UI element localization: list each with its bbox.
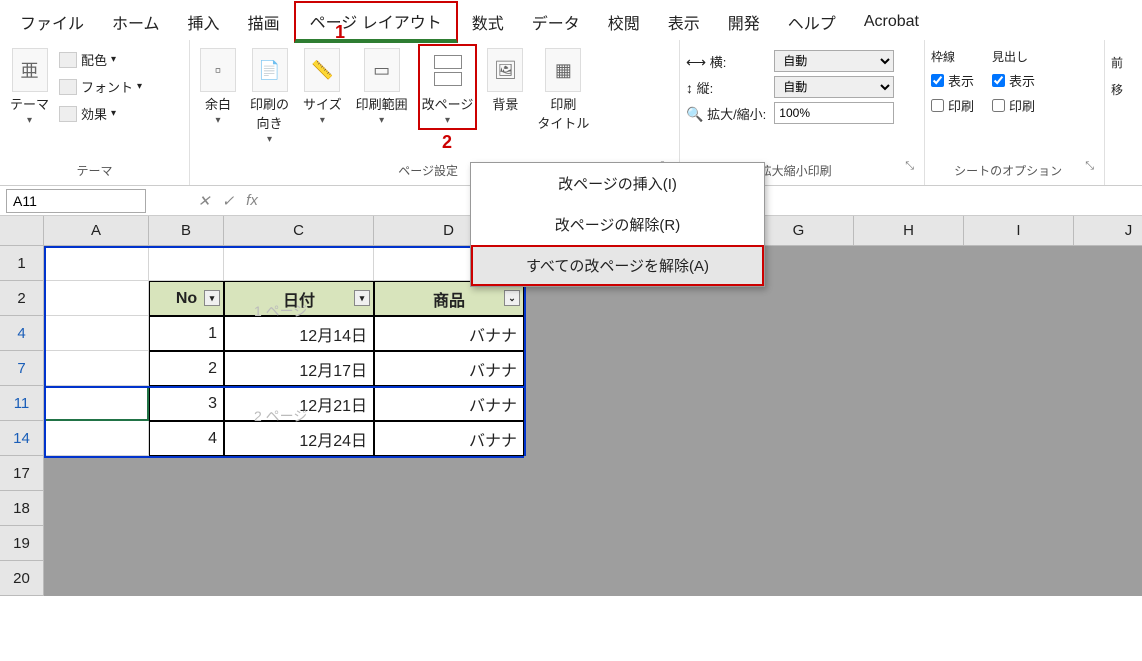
themes-label: テーマ xyxy=(10,94,49,113)
tab-developer[interactable]: 開発 xyxy=(714,4,774,40)
orientation-icon: 📄 xyxy=(252,48,288,92)
tab-insert[interactable]: 挿入 xyxy=(174,4,234,40)
fonts-button[interactable]: フォント▾ xyxy=(59,77,142,96)
tab-draw[interactable]: 描画 xyxy=(234,4,294,40)
tab-help[interactable]: ヘルプ xyxy=(774,4,850,40)
remove-page-break-item[interactable]: 改ページの解除(R) xyxy=(471,204,764,245)
col-header-C[interactable]: C xyxy=(224,216,374,246)
row-header-2[interactable]: 2 xyxy=(0,281,44,316)
tab-home[interactable]: ホーム xyxy=(98,4,174,40)
tab-acrobat[interactable]: Acrobat xyxy=(850,7,933,37)
scale-launcher[interactable]: ⤡ xyxy=(905,160,918,181)
background-icon: 🖼 xyxy=(487,48,523,92)
filter-icon[interactable]: ▾ xyxy=(354,290,370,306)
select-all-corner[interactable] xyxy=(0,216,44,246)
col-header-H[interactable]: H xyxy=(854,216,964,246)
fonts-icon xyxy=(59,79,77,95)
bring-forward-button[interactable]: 前 xyxy=(1111,54,1123,71)
colors-icon xyxy=(59,52,77,68)
group-theme: 亜 テーマ ▾ 配色▾ フォント▾ 効果▾ テーマ xyxy=(0,40,190,185)
filter-active-icon[interactable]: ⌄ xyxy=(504,290,520,306)
row-header-7[interactable]: 7 xyxy=(0,351,44,386)
headings-print-checkbox[interactable]: 印刷 xyxy=(992,96,1035,115)
row-header-18[interactable]: 18 xyxy=(0,491,44,526)
headings-heading: 見出し xyxy=(992,48,1035,65)
callout-2: 2 xyxy=(442,132,452,153)
print-titles-button[interactable]: ▦印刷 タイトル xyxy=(533,44,593,136)
name-box[interactable] xyxy=(6,189,146,213)
tab-view[interactable]: 表示 xyxy=(654,4,714,40)
grid-body[interactable]: No▾日付▾商品⌄112月14日バナナ212月17日バナナ312月21日バナナ4… xyxy=(44,246,1142,596)
cancel-icon[interactable]: ✕ xyxy=(192,189,216,213)
breaks-dropdown: 改ページの挿入(I) 改ページの解除(R) すべての改ページを解除(A) xyxy=(470,162,765,287)
size-icon: 📏 xyxy=(304,48,340,92)
print-area-button[interactable]: ▭印刷範囲▾ xyxy=(352,44,412,130)
reset-all-page-breaks-item[interactable]: すべての改ページを解除(A) xyxy=(471,245,764,286)
chevron-down-icon: ▾ xyxy=(379,115,384,126)
group-arrange: 前 移 xyxy=(1105,40,1141,185)
col-header-B[interactable]: B xyxy=(149,216,224,246)
print-titles-icon: ▦ xyxy=(545,48,581,92)
chevron-down-icon: ▾ xyxy=(215,115,220,126)
margins-button[interactable]: ▫余白▾ xyxy=(196,44,240,130)
row-header-14[interactable]: 14 xyxy=(0,421,44,456)
insert-page-break-item[interactable]: 改ページの挿入(I) xyxy=(471,163,764,204)
row-header-20[interactable]: 20 xyxy=(0,561,44,596)
effects-label: 効果 xyxy=(81,104,107,123)
col-header-J[interactable]: J xyxy=(1074,216,1142,246)
scale-width-select[interactable]: 自動 xyxy=(774,50,894,72)
gridlines-print-checkbox[interactable]: 印刷 xyxy=(931,96,974,115)
print-area-icon: ▭ xyxy=(364,48,400,92)
row-header-19[interactable]: 19 xyxy=(0,526,44,561)
tab-data[interactable]: データ xyxy=(518,4,594,40)
colors-button[interactable]: 配色▾ xyxy=(59,50,142,69)
gridlines-heading: 枠線 xyxy=(931,48,974,65)
filter-icon[interactable]: ▾ xyxy=(204,290,220,306)
effects-button[interactable]: 効果▾ xyxy=(59,104,142,123)
row-header-17[interactable]: 17 xyxy=(0,456,44,491)
row-header-11[interactable]: 11 xyxy=(0,386,44,421)
tab-formulas[interactable]: 数式 xyxy=(458,4,518,40)
breaks-icon xyxy=(430,48,466,92)
group-theme-label: テーマ xyxy=(6,160,183,181)
fx-icon[interactable]: fx xyxy=(240,189,264,213)
enter-icon[interactable]: ✓ xyxy=(216,189,240,213)
chevron-down-icon: ▾ xyxy=(267,134,272,145)
row-header-1[interactable]: 1 xyxy=(0,246,44,281)
ribbon-tabs: ファイル ホーム 挿入 描画 ページ レイアウト 数式 データ 校閲 表示 開発… xyxy=(0,0,1142,40)
scale-height-label: ↕ 縦: xyxy=(686,78,766,97)
scale-zoom-input[interactable] xyxy=(774,102,894,124)
col-header-A[interactable]: A xyxy=(44,216,149,246)
col-header-I[interactable]: I xyxy=(964,216,1074,246)
headings-show-checkbox[interactable]: 表示 xyxy=(992,71,1035,90)
margins-icon: ▫ xyxy=(200,48,236,92)
themes-button[interactable]: 亜 テーマ ▾ xyxy=(6,44,53,130)
gridlines-show-checkbox[interactable]: 表示 xyxy=(931,71,974,90)
colors-label: 配色 xyxy=(81,50,107,69)
options-launcher[interactable]: ⤡ xyxy=(1085,160,1098,181)
row-headers: 1247111417181920 xyxy=(0,246,44,596)
scale-width-label: ⟷ 横: xyxy=(686,52,766,71)
scale-height-select[interactable]: 自動 xyxy=(774,76,894,98)
tab-file[interactable]: ファイル xyxy=(6,4,98,40)
row-header-4[interactable]: 4 xyxy=(0,316,44,351)
fonts-label: フォント xyxy=(81,77,133,96)
send-backward-button[interactable]: 移 xyxy=(1111,81,1123,98)
tab-page-layout[interactable]: ページ レイアウト xyxy=(294,1,458,43)
chevron-down-icon: ▾ xyxy=(320,115,325,126)
chevron-down-icon: ▾ xyxy=(445,115,450,126)
group-sheet-options: 枠線 表示 印刷 見出し 表示 印刷 シートのオプション⤡ xyxy=(925,40,1105,185)
breaks-button[interactable]: 改ページ▾ xyxy=(418,44,478,130)
effects-icon xyxy=(59,106,77,122)
scale-zoom-label: 🔍 拡大/縮小: xyxy=(686,104,766,123)
themes-icon: 亜 xyxy=(12,48,48,92)
tab-review[interactable]: 校閲 xyxy=(594,4,654,40)
background-button[interactable]: 🖼背景 xyxy=(483,44,527,117)
group-options-label: シートのオプション xyxy=(931,160,1085,181)
chevron-down-icon: ▾ xyxy=(27,115,32,126)
callout-1: 1 xyxy=(335,22,345,43)
orientation-button[interactable]: 📄印刷の 向き▾ xyxy=(246,44,293,149)
size-button[interactable]: 📏サイズ▾ xyxy=(299,44,346,130)
